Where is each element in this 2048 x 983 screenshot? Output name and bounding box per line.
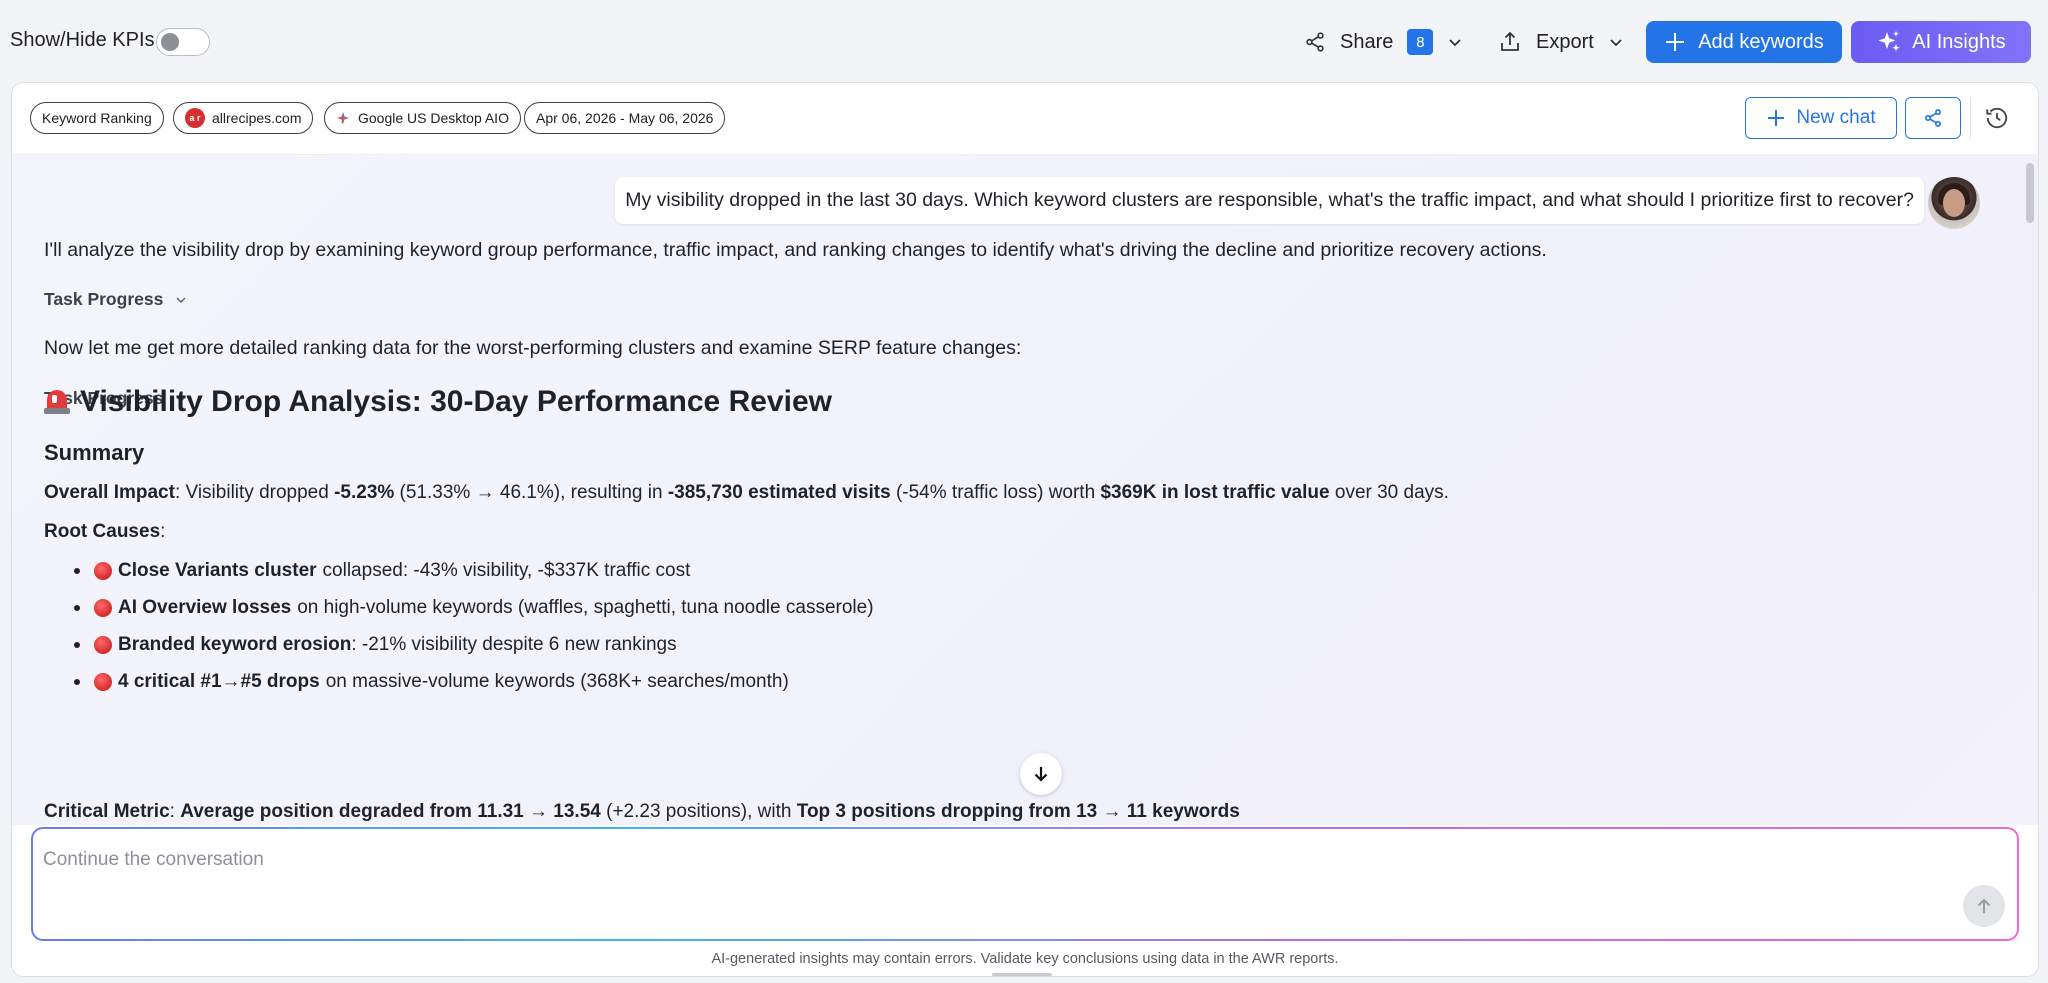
assistant-intro: I'll analyze the visibility drop by exam… — [44, 239, 1547, 261]
kpi-toggle[interactable] — [156, 28, 210, 56]
assistant-followup: Now let me get more detailed ranking dat… — [44, 337, 1022, 359]
overall-impact-line: Overall Impact: Visibility dropped -5.23… — [44, 482, 1449, 503]
allrecipes-logo-icon: a r — [185, 108, 205, 128]
kpi-toggle-label: Show/Hide KPIs — [10, 29, 155, 51]
message-input[interactable]: Continue the conversation — [33, 829, 2017, 939]
chevron-down-icon[interactable] — [1447, 34, 1463, 50]
share-count-badge: 8 — [1407, 29, 1434, 55]
toggle-knob — [161, 33, 179, 51]
share-icon — [1925, 109, 1941, 127]
resize-grip[interactable] — [992, 973, 1052, 976]
header-divider — [1970, 97, 1971, 139]
summary-heading: Summary — [44, 440, 145, 465]
ai-insights-label: AI Insights — [1912, 30, 2006, 53]
sparkle-icon — [1878, 31, 1900, 52]
arrow-down-icon — [1034, 767, 1048, 782]
filter-chip-search-engine[interactable]: Google US Desktop AIO — [324, 102, 521, 134]
new-chat-label: New chat — [1796, 107, 1876, 128]
task-progress-toggle[interactable]: Task Progress — [44, 289, 187, 310]
chevron-down-icon — [1610, 39, 1622, 47]
composer: Continue the conversation — [31, 827, 2019, 941]
user-message: My visibility dropped in the last 30 day… — [615, 177, 1924, 224]
add-keywords-button[interactable]: Add keywords — [1646, 21, 1842, 63]
share-button[interactable]: Share 8 — [1304, 22, 1477, 62]
scroll-to-bottom-button[interactable] — [1020, 753, 1062, 795]
red-circle-icon — [94, 598, 112, 617]
share-label: Share — [1340, 30, 1394, 53]
red-circle-icon — [94, 561, 112, 580]
analysis-heading: Visibility Drop Analysis: 30-Day Perform… — [44, 385, 832, 419]
list-item: Branded keyword erosion: -21% visibility… — [74, 626, 874, 663]
google-icon — [337, 112, 349, 124]
send-button[interactable] — [1963, 885, 2005, 927]
panel-header: Keyword Ranking a r allrecipes.com Googl… — [12, 83, 2038, 155]
export-label: Export — [1536, 30, 1594, 53]
chat-area[interactable]: My visibility dropped in the last 30 day… — [12, 155, 2038, 825]
filter-chip-label: allrecipes.com — [212, 110, 302, 126]
ai-insights-panel: Keyword Ranking a r allrecipes.com Googl… — [11, 82, 2039, 977]
list-item: AI Overview losses on high-volume keyword… — [74, 589, 874, 626]
red-circle-icon — [94, 635, 112, 654]
root-causes-list: Close Variants cluster collapsed: -43% vi… — [74, 552, 874, 700]
analysis-heading-text: Visibility Drop Analysis: 30-Day Perform… — [80, 385, 832, 418]
critical-metric-line: Critical Metric: Average position degrad… — [44, 801, 1240, 822]
arrow-up-icon — [1977, 898, 1991, 913]
share-chat-button[interactable] — [1905, 97, 1961, 139]
filter-chip-domain[interactable]: a r allrecipes.com — [173, 102, 314, 134]
filter-chip-report[interactable]: Keyword Ranking — [30, 102, 164, 134]
add-keywords-label: Add keywords — [1698, 30, 1824, 53]
filter-chip-label: Google US Desktop AIO — [358, 110, 509, 126]
siren-icon — [44, 388, 70, 416]
export-button[interactable]: Export — [1498, 22, 1638, 62]
chat-scrollbar[interactable] — [2026, 163, 2034, 223]
new-chat-button[interactable]: New chat — [1745, 97, 1897, 139]
ai-insights-button[interactable]: AI Insights — [1851, 21, 2031, 63]
share-icon — [1306, 32, 1324, 52]
top-bar: Show/Hide KPIs Share 8 Export Add keywor… — [0, 0, 2048, 82]
ai-disclaimer: AI-generated insights may contain errors… — [711, 951, 1339, 967]
list-item: Close Variants cluster collapsed: -43% vi… — [74, 552, 874, 589]
user-avatar — [1928, 177, 1980, 229]
root-causes-label: Root Causes: — [44, 521, 166, 542]
plus-icon — [1666, 33, 1685, 51]
list-item: 4 critical #1→#5 drops on massive-volume … — [74, 663, 874, 700]
history-icon[interactable] — [1984, 105, 2010, 131]
filter-chip-label: Apr 06, 2026 - May 06, 2026 — [536, 110, 714, 126]
message-input-placeholder: Continue the conversation — [43, 849, 264, 870]
task-progress-label: Task Progress — [44, 289, 164, 309]
export-icon — [1501, 31, 1519, 51]
chevron-down-icon — [176, 296, 186, 303]
plus-icon — [1768, 110, 1785, 126]
filter-chip-label: Keyword Ranking — [42, 110, 152, 126]
filter-chip-date-range[interactable]: Apr 06, 2026 - May 06, 2026 — [524, 102, 726, 134]
red-circle-icon — [94, 672, 112, 691]
